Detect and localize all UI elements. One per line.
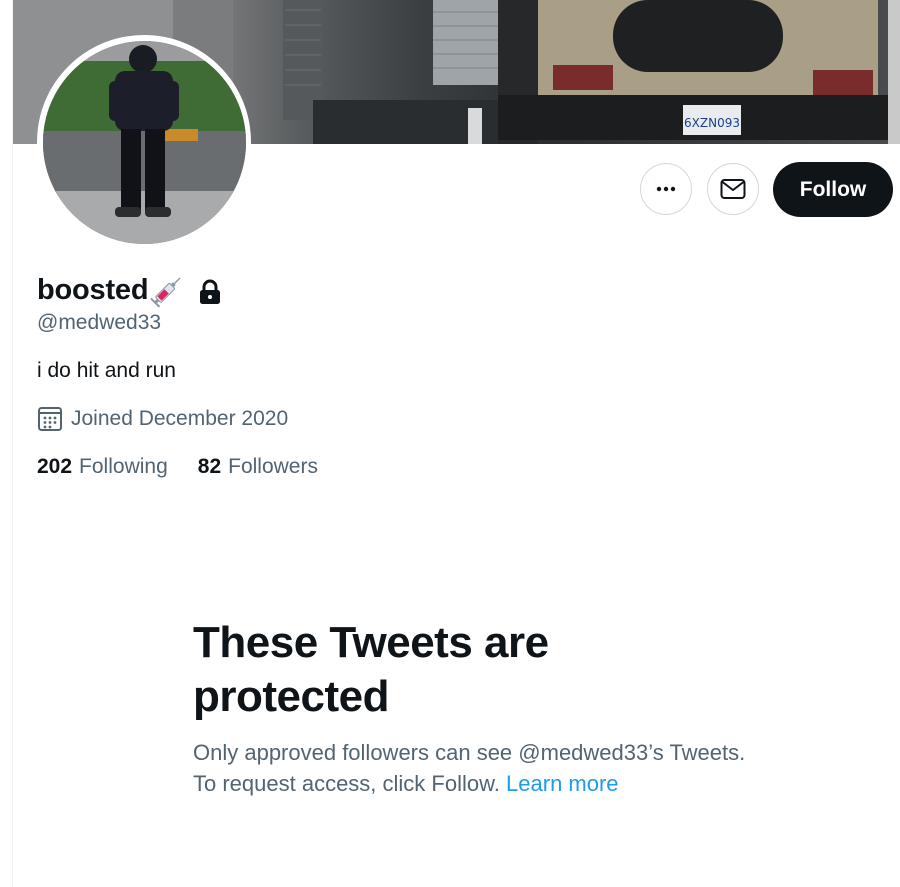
- protected-body-text: Only approved followers can see @medwed3…: [193, 740, 746, 796]
- following-label: Following: [79, 455, 168, 478]
- protected-message: Only approved followers can see @medwed3…: [193, 737, 753, 799]
- follow-button[interactable]: Follow: [773, 162, 893, 217]
- followers-link[interactable]: 82 Followers: [198, 455, 318, 479]
- learn-more-link[interactable]: Learn more: [506, 771, 619, 796]
- calendar-icon: [38, 407, 62, 431]
- joined-label: Joined December 2020: [71, 407, 289, 430]
- lock-icon: [200, 279, 221, 304]
- followers-count: 82: [197, 455, 222, 478]
- more-button[interactable]: [640, 163, 692, 215]
- following-count: 202: [37, 455, 73, 478]
- profile-handle: @medwed33: [37, 311, 162, 334]
- following-link[interactable]: 202 Following: [37, 455, 168, 479]
- avatar-photo: [42, 40, 246, 244]
- protected-title: These Tweets are protected: [193, 618, 549, 721]
- license-plate: 6XZN093: [684, 116, 740, 130]
- syringe-emoji-icon: [150, 277, 181, 308]
- message-button[interactable]: [707, 163, 759, 215]
- avatar[interactable]: [37, 35, 251, 249]
- envelope-icon: [720, 179, 746, 199]
- profile-name-row: boosted: [37, 272, 224, 308]
- more-horizontal-icon: [656, 186, 676, 192]
- joined-date: Joined December 2020: [37, 406, 288, 432]
- display-name: boosted: [37, 273, 149, 306]
- profile-stats: 202 Following 82 Followers: [37, 455, 318, 479]
- followers-label: Followers: [228, 455, 318, 478]
- profile-bio: i do hit and run: [37, 359, 176, 382]
